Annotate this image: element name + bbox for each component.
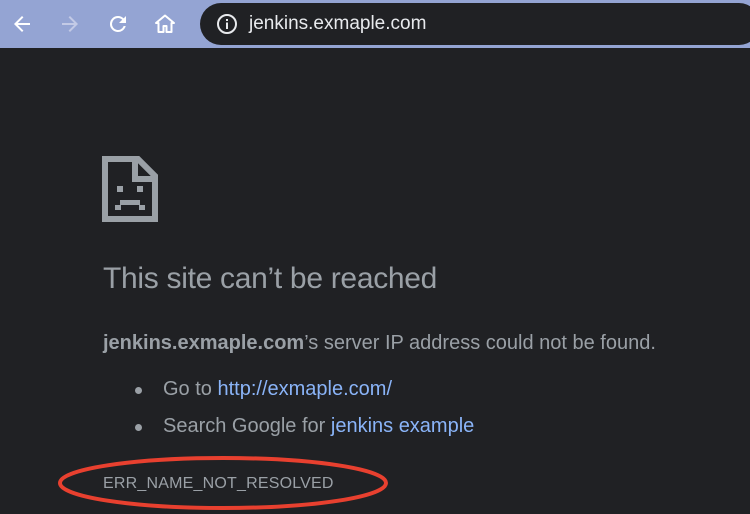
suggestion-item: Go to http://exmaple.com/ xyxy=(135,378,392,401)
reload-icon xyxy=(109,15,126,32)
error-description: jenkins.exmaple.com’s server IP address … xyxy=(103,332,656,355)
arrow-right-icon xyxy=(62,16,78,32)
address-bar[interactable]: jenkins.exmaple.com xyxy=(200,3,750,45)
bullet-icon xyxy=(135,387,142,394)
browser-toolbar: jenkins.exmaple.com xyxy=(0,0,750,48)
host-name: jenkins.exmaple.com xyxy=(103,332,305,354)
forward-button[interactable] xyxy=(52,6,88,42)
suggestion-text: Go to xyxy=(163,378,218,400)
home-button[interactable] xyxy=(147,6,183,42)
home-icon xyxy=(155,14,175,33)
info-icon[interactable] xyxy=(216,13,238,35)
suggestion-text: Search Google for xyxy=(163,415,331,437)
suggestion-link[interactable]: http://exmaple.com/ xyxy=(217,378,392,400)
bullet-icon xyxy=(135,424,142,431)
arrow-left-icon xyxy=(14,16,30,32)
suggestion-link[interactable]: jenkins example xyxy=(331,415,474,437)
highlight-ellipse xyxy=(58,456,388,510)
back-button[interactable] xyxy=(4,6,40,42)
url-text[interactable]: jenkins.exmaple.com xyxy=(249,13,426,35)
description-suffix: ’s server IP address could not be found. xyxy=(304,332,656,354)
reload-button[interactable] xyxy=(100,6,136,42)
page-title: This site can’t be reached xyxy=(103,262,438,295)
sad-page-icon xyxy=(102,156,158,222)
suggestion-item: Search Google for jenkins example xyxy=(135,415,474,438)
